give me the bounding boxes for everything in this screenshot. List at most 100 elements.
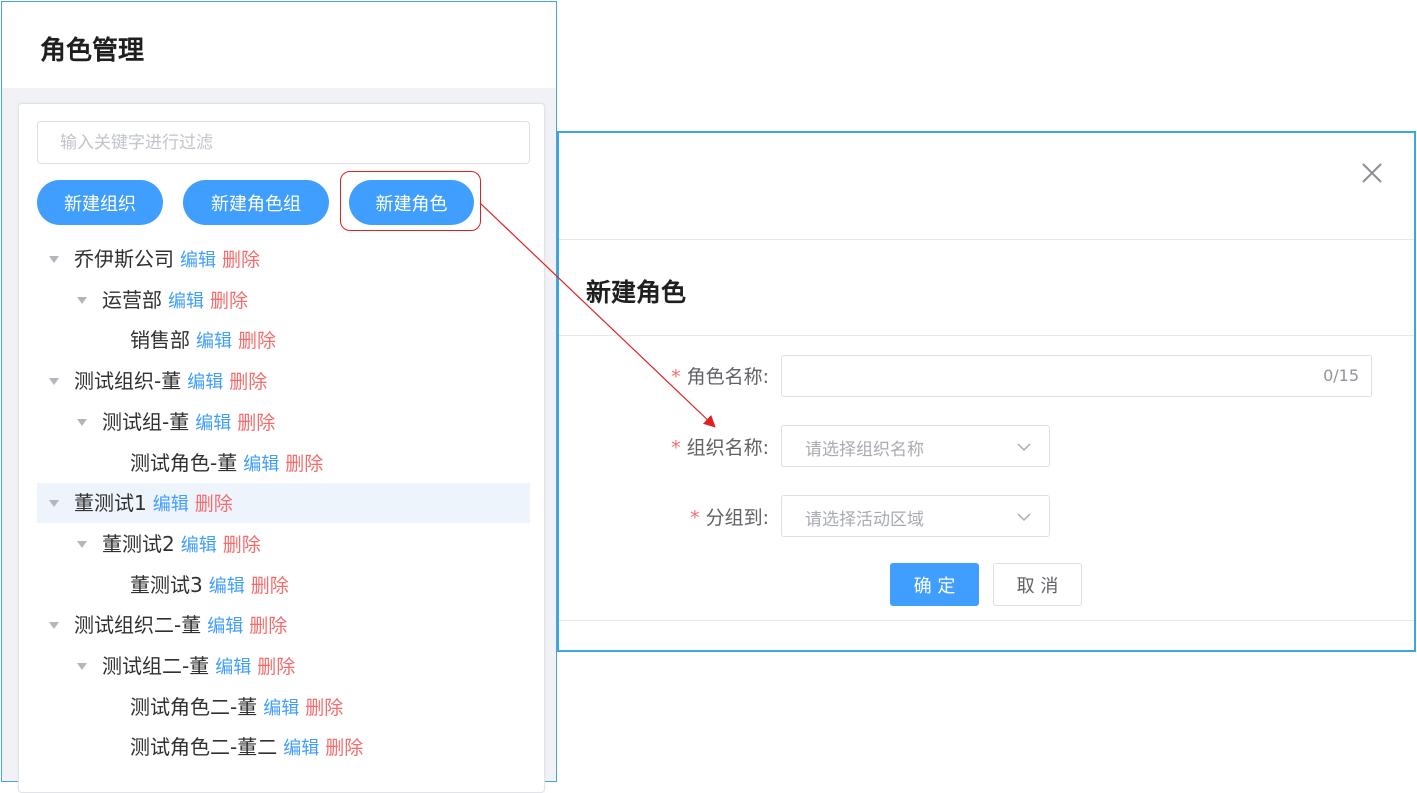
chevron-down-icon — [1017, 443, 1031, 452]
tree-node-content: 测试组二-董 编辑 删除 — [102, 646, 295, 688]
cancel-button[interactable]: 取 消 — [993, 563, 1082, 606]
edit-link[interactable]: 编辑 — [195, 413, 231, 434]
delete-link[interactable]: 删除 — [305, 697, 343, 719]
divider — [559, 620, 1414, 621]
tree-node[interactable]: 董测试2 编辑 删除 — [37, 524, 530, 564]
select-placeholder: 请选择活动区域 — [805, 510, 924, 530]
caret-down-icon[interactable] — [77, 418, 87, 426]
tree-node-content: 销售部 编辑 删除 — [130, 320, 276, 362]
org-name-select[interactable]: 请选择组织名称 — [781, 425, 1050, 467]
tree-node[interactable]: 测试角色-董 编辑 删除 — [37, 443, 530, 483]
edit-link[interactable]: 编辑 — [153, 494, 189, 515]
tree-node[interactable]: 董测试3 编辑 删除 — [37, 565, 530, 605]
edit-link[interactable]: 编辑 — [263, 698, 299, 719]
edit-link[interactable]: 编辑 — [207, 616, 243, 637]
group-to-select[interactable]: 请选择活动区域 — [781, 495, 1050, 537]
role-name-label: * 角色名称: — [671, 366, 769, 388]
tree-node-label[interactable]: 测试角色二-董二 — [130, 735, 277, 759]
tree-node-label[interactable]: 董测试3 — [130, 573, 203, 597]
tree-node[interactable]: 测试组织二-董 编辑 删除 — [37, 605, 530, 645]
delete-link[interactable]: 删除 — [237, 412, 275, 434]
tree-node-content: 测试角色二-董二 编辑 删除 — [130, 727, 363, 769]
org-name-label: * 组织名称: — [671, 437, 769, 459]
tree-node-content: 乔伊斯公司 编辑 删除 — [74, 239, 260, 281]
edit-link[interactable]: 编辑 — [209, 576, 245, 597]
new-role-group-button[interactable]: 新建角色组 — [183, 180, 329, 225]
edit-link[interactable]: 编辑 — [283, 738, 319, 759]
delete-link[interactable]: 删除 — [238, 330, 276, 352]
caret-down-icon[interactable] — [49, 378, 59, 386]
confirm-button[interactable]: 确 定 — [890, 563, 979, 606]
tree-node-label[interactable]: 乔伊斯公司 — [74, 247, 174, 271]
new-role-dialog: 新建角色 * 角色名称: 0/15 * 组织名称: 请选择组织名称 * 分组到: 请选… — [557, 131, 1416, 652]
tree-node[interactable]: 乔伊斯公司 编辑 删除 — [37, 239, 530, 279]
panel-header: 角色管理 — [2, 2, 556, 88]
tree-node-label[interactable]: 董测试2 — [102, 532, 175, 556]
tree-node-label[interactable]: 销售部 — [130, 328, 190, 352]
annotation-highlight-box — [340, 171, 481, 231]
tree-node-content: 测试角色-董 编辑 删除 — [130, 443, 323, 485]
edit-link[interactable]: 编辑 — [180, 250, 216, 271]
tree-node-content: 董测试1 编辑 删除 — [74, 483, 233, 525]
caret-down-icon[interactable] — [49, 622, 59, 630]
page-title: 角色管理 — [40, 36, 145, 66]
select-placeholder: 请选择组织名称 — [805, 440, 924, 460]
tree-node-label[interactable]: 运营部 — [102, 288, 162, 312]
tree-node-label[interactable]: 测试组-董 — [102, 410, 189, 434]
delete-link[interactable]: 删除 — [222, 249, 260, 271]
tree-node-label[interactable]: 测试组织二-董 — [74, 613, 201, 637]
divider — [559, 335, 1414, 336]
edit-link[interactable]: 编辑 — [196, 331, 232, 352]
caret-down-icon[interactable] — [49, 500, 59, 508]
tree-node[interactable]: 董测试1 编辑 删除 — [37, 483, 530, 525]
caret-down-icon[interactable] — [49, 256, 59, 263]
edit-link[interactable]: 编辑 — [168, 291, 204, 312]
tree-node-label[interactable]: 测试角色二-董 — [130, 695, 257, 719]
divider — [559, 239, 1414, 240]
role-management-panel: 角色管理 新建组织 新建角色组 新建角色 乔伊斯公司编辑删除运营部编辑删除销售部… — [1, 1, 557, 793]
tree-node-label[interactable]: 测试组织-董 — [74, 369, 181, 393]
chevron-down-icon — [1017, 513, 1031, 522]
tree-card: 新建组织 新建角色组 新建角色 乔伊斯公司编辑删除运营部编辑删除销售部编辑删除测… — [18, 103, 545, 793]
caret-down-icon[interactable] — [77, 296, 87, 304]
tree-node[interactable]: 测试组二-董 编辑 删除 — [37, 646, 530, 686]
role-name-input[interactable]: 0/15 — [781, 355, 1372, 397]
tree-node-content: 董测试2 编辑 删除 — [102, 524, 261, 566]
delete-link[interactable]: 删除 — [251, 575, 289, 597]
delete-link[interactable]: 删除 — [325, 737, 363, 759]
edit-link[interactable]: 编辑 — [181, 535, 217, 556]
tree-node[interactable]: 测试组-董 编辑 删除 — [37, 402, 530, 442]
char-counter: 0/15 — [1323, 366, 1359, 385]
delete-link[interactable]: 删除 — [210, 290, 248, 312]
new-org-button[interactable]: 新建组织 — [37, 180, 163, 225]
tree-node-label[interactable]: 董测试1 — [74, 491, 147, 515]
delete-link[interactable]: 删除 — [195, 493, 233, 515]
tree-node[interactable]: 测试组织-董 编辑 删除 — [37, 361, 530, 401]
tree-node[interactable]: 销售部 编辑 删除 — [37, 320, 530, 360]
group-to-label: * 分组到: — [690, 507, 769, 529]
tree-node-content: 测试组织二-董 编辑 删除 — [74, 605, 287, 647]
required-mark: * — [690, 507, 700, 529]
required-mark: * — [671, 437, 681, 459]
dialog-title: 新建角色 — [586, 278, 687, 307]
delete-link[interactable]: 删除 — [257, 656, 295, 678]
filter-input[interactable] — [37, 121, 530, 164]
tree-node[interactable]: 运营部 编辑 删除 — [37, 280, 530, 320]
tree-node[interactable]: 测试角色二-董 编辑 删除 — [37, 687, 530, 727]
caret-down-icon[interactable] — [77, 540, 87, 548]
edit-link[interactable]: 编辑 — [187, 372, 223, 393]
required-mark: * — [671, 366, 681, 388]
edit-link[interactable]: 编辑 — [243, 454, 279, 475]
delete-link[interactable]: 删除 — [229, 371, 267, 393]
tree-node-content: 测试组织-董 编辑 删除 — [74, 361, 267, 403]
delete-link[interactable]: 删除 — [223, 534, 261, 556]
close-icon[interactable] — [1359, 160, 1385, 186]
caret-down-icon[interactable] — [77, 663, 87, 670]
delete-link[interactable]: 删除 — [285, 453, 323, 475]
tree-node-label[interactable]: 测试组二-董 — [102, 654, 209, 678]
tree-node[interactable]: 测试角色二-董二 编辑 删除 — [37, 727, 530, 767]
delete-link[interactable]: 删除 — [249, 615, 287, 637]
edit-link[interactable]: 编辑 — [215, 657, 251, 678]
tree-node-label[interactable]: 测试角色-董 — [130, 451, 237, 475]
tree-node-content: 测试角色二-董 编辑 删除 — [130, 687, 343, 729]
